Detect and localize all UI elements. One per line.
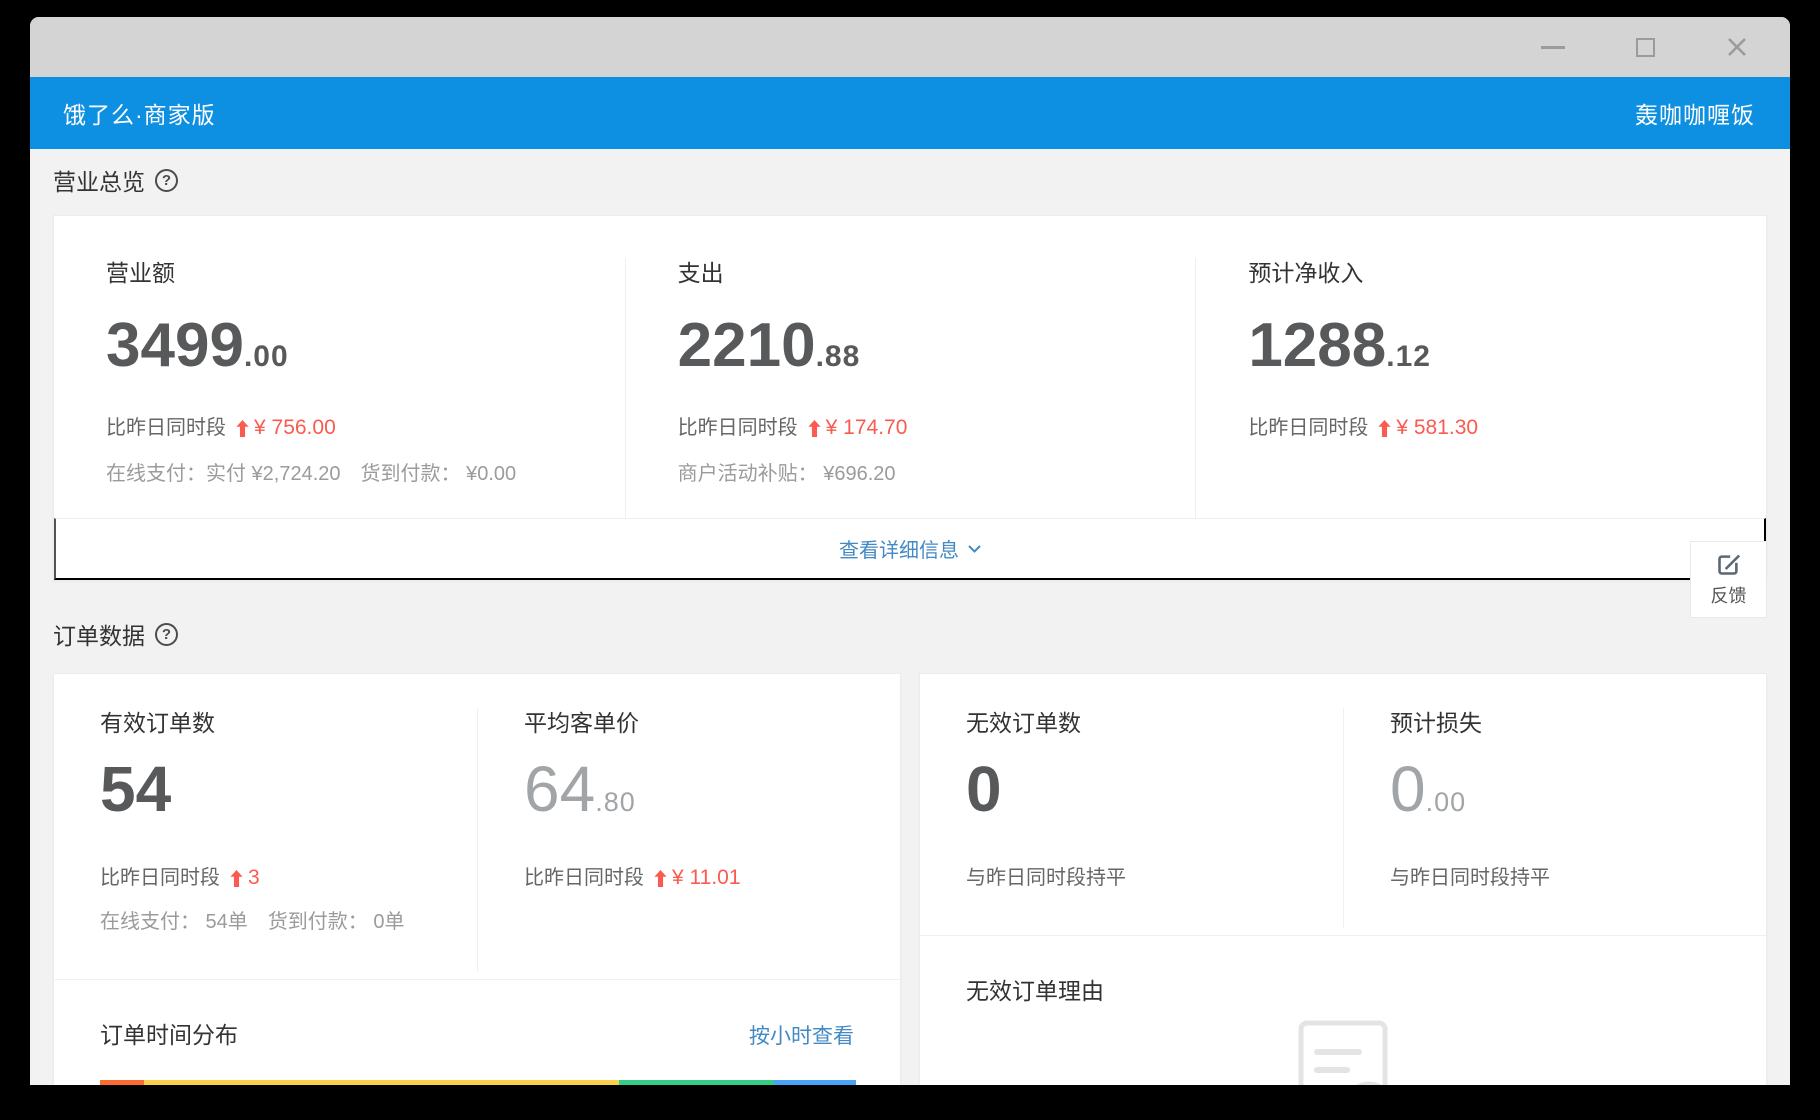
up-arrow-icon	[654, 870, 667, 887]
view-details-button[interactable]: 查看详细信息	[54, 518, 1766, 580]
net-income-label: 预计净收入	[1248, 258, 1766, 288]
card-divider	[920, 935, 1766, 936]
bar-segment-green	[619, 1080, 773, 1085]
feedback-label: 反馈	[1711, 582, 1747, 608]
avg-price-label: 平均客单价	[524, 708, 900, 738]
empty-state	[920, 1020, 1766, 1085]
close-icon	[1725, 35, 1749, 59]
edit-icon	[1715, 551, 1742, 578]
orders-title-text: 订单数据	[53, 617, 145, 651]
loss-value: 0.00	[1390, 752, 1766, 844]
revenue-label: 营业额	[106, 258, 625, 288]
valid-count-label: 有效订单数	[100, 708, 477, 738]
orders-help-icon[interactable]: ?	[155, 623, 178, 646]
loss-note: 与昨日同时段持平	[1390, 864, 1766, 892]
avg-price-value: 64.80	[524, 752, 900, 844]
up-arrow-icon	[236, 420, 249, 437]
invalid-reason-header: 无效订单理由	[920, 976, 1766, 1006]
store-name[interactable]: 轰咖咖喱饭	[1635, 96, 1755, 130]
maximize-icon	[1636, 38, 1655, 57]
card-divider	[54, 979, 900, 980]
page-content: 营业总览 ? 营业额 3499.00 比昨日同时段 ¥ 756.00 在线支付：…	[30, 149, 1790, 1085]
empty-document-icon	[1287, 1020, 1399, 1085]
valid-orders-stats: 有效订单数 54 比昨日同时段 3 在线支付： 54单 货到付款： 0单 平均客…	[54, 674, 900, 972]
orders-section-title: 订单数据 ?	[53, 617, 1767, 651]
revenue-column: 营业额 3499.00 比昨日同时段 ¥ 756.00 在线支付：实付 ¥2,7…	[54, 258, 625, 518]
view-by-hour-link[interactable]: 按小时查看	[749, 1020, 854, 1050]
revenue-compare: 比昨日同时段 ¥ 756.00	[106, 414, 625, 442]
expense-detail: 商户活动补贴： ¥696.20	[678, 460, 1196, 488]
invalid-count-column: 无效订单数 0 与昨日同时段持平	[920, 708, 1343, 928]
net-income-value: 1288.12	[1248, 310, 1766, 398]
overview-stats: 营业额 3499.00 比昨日同时段 ¥ 756.00 在线支付：实付 ¥2,7…	[54, 216, 1766, 518]
valid-count-detail: 在线支付： 54单 货到付款： 0单	[100, 908, 477, 936]
invalid-count-value: 0	[966, 752, 1343, 844]
invalid-reason-heading: 无效订单理由	[966, 976, 1104, 1006]
net-income-compare: 比昨日同时段 ¥ 581.30	[1248, 414, 1766, 442]
view-details-label: 查看详细信息	[839, 534, 959, 563]
chevron-down-icon	[968, 545, 981, 553]
maximize-button[interactable]	[1632, 34, 1658, 60]
overview-card: 营业额 3499.00 比昨日同时段 ¥ 756.00 在线支付：实付 ¥2,7…	[53, 215, 1767, 581]
avg-price-column: 平均客单价 64.80 比昨日同时段 ¥ 11.01	[477, 708, 900, 972]
app-header: 饿了么·商家版 轰咖咖喱饭	[30, 77, 1790, 149]
loss-label: 预计损失	[1390, 708, 1766, 738]
valid-count-compare: 比昨日同时段 3	[100, 864, 477, 892]
up-arrow-icon	[808, 420, 821, 437]
bar-segment-yellow	[144, 1080, 620, 1085]
bar-segment-orange	[100, 1080, 144, 1085]
revenue-detail: 在线支付：实付 ¥2,724.20 货到付款： ¥0.00	[106, 460, 625, 488]
orders-cards-row: 有效订单数 54 比昨日同时段 3 在线支付： 54单 货到付款： 0单 平均客…	[53, 673, 1767, 1085]
overview-help-icon[interactable]: ?	[155, 169, 178, 192]
valid-orders-card: 有效订单数 54 比昨日同时段 3 在线支付： 54单 货到付款： 0单 平均客…	[53, 673, 901, 1085]
expense-label: 支出	[678, 258, 1196, 288]
invalid-count-label: 无效订单数	[966, 708, 1343, 738]
up-arrow-icon	[230, 870, 243, 887]
minimize-icon	[1541, 46, 1565, 49]
time-dist-heading: 订单时间分布	[100, 1020, 238, 1050]
valid-count-column: 有效订单数 54 比昨日同时段 3 在线支付： 54单 货到付款： 0单	[54, 708, 477, 972]
app-brand: 饿了么·商家版	[63, 96, 216, 130]
valid-count-value: 54	[100, 752, 477, 844]
loss-column: 预计损失 0.00 与昨日同时段持平	[1343, 708, 1766, 928]
invalid-count-note: 与昨日同时段持平	[966, 864, 1343, 892]
expense-value: 2210.88	[678, 310, 1196, 398]
up-arrow-icon	[1378, 420, 1391, 437]
order-time-bar	[100, 1080, 856, 1085]
overview-title-text: 营业总览	[53, 163, 145, 197]
close-button[interactable]	[1724, 34, 1750, 60]
overview-section-title: 营业总览 ?	[53, 163, 1767, 197]
bar-segment-blue	[774, 1080, 856, 1085]
app-window: 饿了么·商家版 轰咖咖喱饭 营业总览 ? 营业额 3499.00 比昨日同时段 …	[30, 17, 1790, 1085]
expense-compare: 比昨日同时段 ¥ 174.70	[678, 414, 1196, 442]
minimize-button[interactable]	[1540, 34, 1566, 60]
window-titlebar	[30, 17, 1790, 77]
time-dist-header: 订单时间分布 按小时查看	[54, 1020, 900, 1050]
net-income-column: 预计净收入 1288.12 比昨日同时段 ¥ 581.30	[1195, 258, 1766, 518]
expense-column: 支出 2210.88 比昨日同时段 ¥ 174.70 商户活动补贴： ¥696.…	[625, 258, 1196, 518]
feedback-button[interactable]: 反馈	[1690, 541, 1767, 618]
invalid-orders-stats: 无效订单数 0 与昨日同时段持平 预计损失 0.00 与昨日同时段持平	[920, 674, 1766, 928]
revenue-value: 3499.00	[106, 310, 625, 398]
avg-price-compare: 比昨日同时段 ¥ 11.01	[524, 864, 900, 892]
invalid-orders-card: 无效订单数 0 与昨日同时段持平 预计损失 0.00 与昨日同时段持平 无效订单…	[919, 673, 1767, 1085]
